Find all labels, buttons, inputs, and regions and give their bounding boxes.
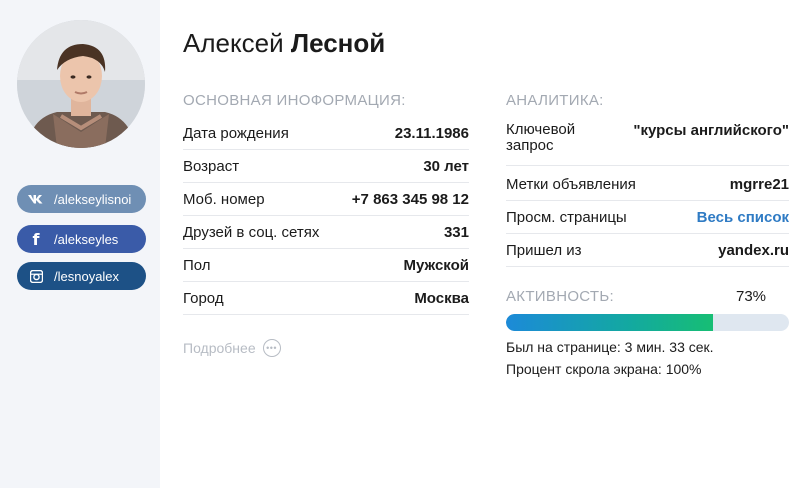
social-link-vk[interactable]: /alekseylisnoi: [17, 185, 146, 213]
scroll-percent: Процент скрола экрана: 100%: [506, 361, 702, 377]
info-label: Пол: [183, 256, 211, 274]
analytics-label: Просм. страницы: [506, 208, 627, 226]
profile-name: Алексей Лесной: [183, 28, 385, 59]
last-name: Лесной: [290, 28, 386, 58]
time-on-page: Был на странице: 3 мин. 33 сек.: [506, 339, 714, 355]
info-value: Мужской: [403, 256, 470, 274]
social-link-facebook[interactable]: f /alekseyles: [17, 225, 146, 253]
activity-progress-bar: [506, 314, 789, 331]
analytics-value: yandex.ru: [718, 241, 789, 259]
info-value: 30 лет: [423, 157, 469, 175]
analytics-label: Метки объявления: [506, 175, 636, 193]
vk-icon: [27, 190, 45, 208]
social-link-instagram[interactable]: /lesnoyalex: [17, 262, 146, 290]
info-label: Дата рождения: [183, 124, 289, 142]
analytics-label: Ключевой запрос: [506, 121, 576, 154]
info-row-city: Город Москва: [183, 282, 469, 315]
avatar: [17, 20, 145, 148]
info-row-phone: Моб. номер +7 863 345 98 12: [183, 183, 469, 216]
info-label: Моб. номер: [183, 190, 265, 208]
instagram-icon: [27, 267, 45, 285]
info-label: Город: [183, 289, 224, 307]
social-handle-vk: /alekseylisnoi: [54, 191, 132, 207]
activity-percent: 73%: [736, 288, 767, 305]
facebook-icon: f: [32, 229, 40, 249]
info-value: 331: [443, 223, 469, 241]
more-details-link[interactable]: Подробнее •••: [183, 339, 281, 357]
info-value: Москва: [414, 289, 469, 307]
activity-title: АКТИВНОСТЬ:: [506, 288, 614, 305]
info-value: +7 863 345 98 12: [351, 190, 469, 208]
social-handle-facebook: /alekseyles: [54, 231, 119, 247]
analytics-value: "курсы английского": [633, 122, 789, 139]
activity-progress-fill: [506, 314, 713, 331]
info-row-birthdate: Дата рождения 23.11.1986: [183, 117, 469, 150]
info-label: Друзей в соц. сетях: [183, 223, 320, 241]
info-row-gender: Пол Мужской: [183, 249, 469, 282]
sidebar: /alekseylisnoi f /alekseyles /lesnoyalex: [0, 0, 160, 488]
analytics-row-page-views: Просм. страницы Весь список: [506, 201, 789, 234]
analytics-value: mgrre21: [729, 175, 789, 193]
analytics-row-source: Пришел из yandex.ru: [506, 234, 789, 267]
info-row-age: Возраст 30 лет: [183, 150, 469, 183]
first-name: Алексей: [183, 28, 284, 58]
analytics-title: АНАЛИТИКА:: [506, 92, 604, 109]
analytics-row-ad-tags: Метки объявления mgrre21: [506, 168, 789, 201]
info-value: 23.11.1986: [394, 124, 469, 142]
basic-info-title: ОСНОВНАЯ ИНОФОРМАЦИЯ:: [183, 92, 406, 109]
full-list-link[interactable]: Весь список: [697, 209, 789, 226]
info-label: Возраст: [183, 157, 240, 175]
analytics-row-keyword: Ключевой запрос "курсы английского": [506, 118, 789, 166]
social-handle-instagram: /lesnoyalex: [54, 268, 120, 284]
more-details-label: Подробнее: [183, 340, 256, 356]
avatar-image: [17, 20, 145, 148]
analytics-label: Пришел из: [506, 241, 582, 259]
info-row-friends: Друзей в соц. сетях 331: [183, 216, 469, 249]
more-dots-icon: •••: [262, 339, 281, 357]
